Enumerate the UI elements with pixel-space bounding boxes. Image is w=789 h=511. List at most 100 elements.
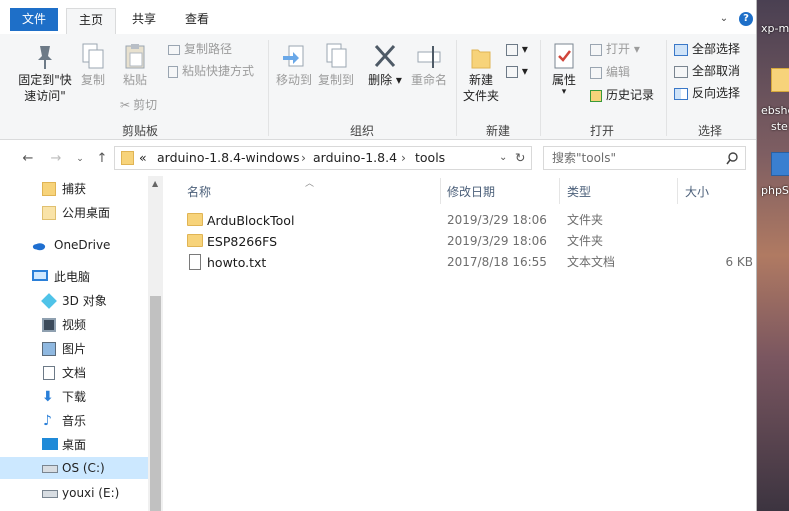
column-divider[interactable] bbox=[677, 178, 678, 204]
pin-icon bbox=[38, 46, 52, 69]
file-row[interactable]: ArduBlockTool 2019/3/29 18:06 文件夹 bbox=[183, 210, 756, 231]
nav-item-videos[interactable]: 视频 bbox=[0, 314, 148, 336]
select-all-label: 全部选择 bbox=[692, 42, 741, 56]
column-header-size[interactable]: 大小 bbox=[685, 183, 709, 200]
nav-item-os-c[interactable]: OS (C:) bbox=[0, 457, 148, 479]
nav-item-music[interactable]: ♪ 音乐 bbox=[0, 410, 148, 432]
refresh-icon[interactable]: ↻ bbox=[515, 147, 525, 169]
back-arrow-icon[interactable]: ← bbox=[20, 151, 36, 167]
tab-home[interactable]: 主页 bbox=[66, 8, 117, 34]
text-file-icon bbox=[189, 254, 201, 270]
chevron-down-icon[interactable]: ⌄ bbox=[717, 12, 731, 26]
rename-button[interactable]: 重命名 bbox=[408, 42, 450, 88]
properties-button[interactable]: 属性 ▾ bbox=[546, 42, 582, 97]
nav-item-downloads[interactable]: ⬇ 下载 bbox=[0, 386, 148, 408]
breadcrumb-item[interactable]: arduino-1.8.4-windows bbox=[157, 147, 299, 169]
group-label-organize: 组织 bbox=[349, 124, 374, 138]
file-row[interactable]: ESP8266FS 2019/3/29 18:06 文件夹 bbox=[183, 231, 756, 252]
select-none-button[interactable]: 全部取消 bbox=[674, 62, 740, 80]
open-button[interactable]: 打开 ▾ bbox=[590, 40, 640, 58]
tab-view[interactable]: 查看 bbox=[173, 8, 221, 34]
paste-button[interactable]: 粘贴 bbox=[118, 42, 152, 88]
breadcrumb-item[interactable]: arduino-1.8.4 bbox=[313, 147, 397, 169]
forward-arrow-icon[interactable]: → bbox=[48, 151, 64, 167]
nav-item-3d-objects[interactable]: 3D 对象 bbox=[0, 290, 148, 312]
scroll-up-arrow-icon[interactable]: ▲ bbox=[152, 179, 158, 188]
nav-item-desktop[interactable]: 桌面 bbox=[0, 434, 148, 456]
rename-icon bbox=[417, 46, 441, 68]
clipboard-icon bbox=[125, 44, 145, 69]
file-name: howto.txt bbox=[207, 255, 267, 270]
nav-item-label: 视频 bbox=[62, 318, 87, 332]
paste-shortcut-button[interactable]: 粘贴快捷方式 bbox=[168, 62, 254, 80]
nav-item-label: 桌面 bbox=[62, 438, 87, 452]
delete-text: 删除 bbox=[368, 73, 393, 87]
nav-item-label: 下载 bbox=[62, 390, 87, 404]
nav-item-this-pc[interactable]: 此电脑 bbox=[0, 266, 148, 288]
nav-item-documents[interactable]: 文档 bbox=[0, 362, 148, 384]
desktop-item-label[interactable]: phpS bbox=[761, 184, 789, 197]
invert-selection-label: 反向选择 bbox=[692, 86, 741, 100]
cloud-icon bbox=[32, 243, 46, 251]
nav-item-label: 音乐 bbox=[62, 414, 87, 428]
group-label-open: 打开 bbox=[589, 124, 614, 138]
select-all-button[interactable]: 全部选择 bbox=[674, 40, 740, 58]
column-header-type[interactable]: 类型 bbox=[567, 183, 591, 200]
tab-file[interactable]: 文件 bbox=[10, 8, 58, 31]
breadcrumb-overflow[interactable]: « bbox=[139, 147, 147, 169]
desktop-app-icon[interactable] bbox=[771, 152, 789, 176]
search-box[interactable]: 搜索"tools" bbox=[543, 146, 746, 170]
nav-item-youxi-e[interactable]: youxi (E:) bbox=[0, 482, 148, 504]
desktop-item-label[interactable]: ebshe bbox=[761, 104, 789, 117]
pin-quick-access-button[interactable]: 固定到"快 速访问" bbox=[14, 42, 76, 104]
nav-item-capture[interactable]: 捕获 bbox=[0, 178, 148, 200]
nav-item-public-desktop[interactable]: 公用桌面 bbox=[0, 202, 148, 224]
desktop-item-label[interactable]: xp-m bbox=[761, 22, 789, 35]
file-row[interactable]: howto.txt 2017/8/18 16:55 文本文档 6 KB bbox=[183, 252, 756, 273]
cut-button[interactable]: ✂ 剪切 bbox=[120, 96, 157, 114]
breadcrumb-item[interactable]: tools bbox=[415, 147, 445, 169]
edit-label: 编辑 bbox=[606, 65, 631, 79]
address-dropdown-chevron-icon[interactable]: ⌄ bbox=[499, 147, 507, 169]
up-arrow-icon[interactable]: ↑ bbox=[94, 151, 110, 167]
easy-access-button[interactable]: ▾ bbox=[506, 62, 528, 80]
folder-icon bbox=[42, 182, 56, 196]
new-folder-icon bbox=[471, 49, 491, 69]
delete-button[interactable]: 删除 ▾ bbox=[368, 42, 402, 88]
help-icon[interactable]: ? bbox=[739, 12, 753, 26]
file-size: 6 KB bbox=[725, 255, 753, 269]
column-divider[interactable] bbox=[559, 178, 560, 204]
file-name: ESP8266FS bbox=[207, 234, 278, 249]
new-item-button[interactable]: ▾ bbox=[506, 40, 528, 58]
column-header-date[interactable]: 修改日期 bbox=[447, 183, 495, 200]
file-list: ︿ 名称 修改日期 类型 大小 ArduBlockTool 2019/3/29 … bbox=[163, 176, 756, 511]
search-icon[interactable] bbox=[726, 152, 739, 165]
tab-share[interactable]: 共享 bbox=[120, 8, 168, 34]
recent-locations-chevron-icon[interactable]: ⌄ bbox=[72, 151, 88, 167]
video-icon bbox=[42, 318, 56, 332]
scrollbar-thumb[interactable] bbox=[150, 296, 161, 511]
column-header-name[interactable]: 名称 bbox=[187, 183, 211, 200]
breadcrumb-separator-icon[interactable]: › bbox=[401, 147, 406, 169]
address-bar[interactable]: « arduino-1.8.4-windows › arduino-1.8.4 … bbox=[114, 146, 532, 170]
edit-button[interactable]: 编辑 bbox=[590, 63, 630, 81]
column-divider[interactable] bbox=[440, 178, 441, 204]
copy-to-button[interactable]: 复制到 bbox=[316, 42, 356, 88]
copy-path-button[interactable]: 复制路径 bbox=[168, 40, 232, 58]
invert-selection-button[interactable]: 反向选择 bbox=[674, 84, 740, 102]
desktop-folder-icon[interactable] bbox=[771, 68, 789, 92]
desktop-item-label[interactable]: ste bbox=[771, 120, 789, 133]
breadcrumb-separator-icon[interactable]: › bbox=[301, 147, 306, 169]
new-folder-button[interactable]: 新建 文件夹 bbox=[460, 42, 502, 104]
nav-item-pictures[interactable]: 图片 bbox=[0, 338, 148, 360]
copy-button[interactable]: 复制 bbox=[78, 42, 108, 88]
history-button[interactable]: 历史记录 bbox=[590, 86, 654, 104]
nav-item-label: 图片 bbox=[62, 342, 87, 356]
drive-icon bbox=[42, 490, 58, 498]
nav-item-onedrive[interactable]: OneDrive bbox=[0, 234, 148, 256]
history-icon bbox=[590, 89, 602, 102]
pin-quick-access-label: 固定到"快 速访问" bbox=[18, 73, 72, 103]
move-to-button[interactable]: 移动到 bbox=[274, 42, 314, 88]
navigation-pane-scrollbar[interactable]: ▲ bbox=[148, 176, 163, 511]
copy-to-label: 复制到 bbox=[317, 73, 354, 87]
